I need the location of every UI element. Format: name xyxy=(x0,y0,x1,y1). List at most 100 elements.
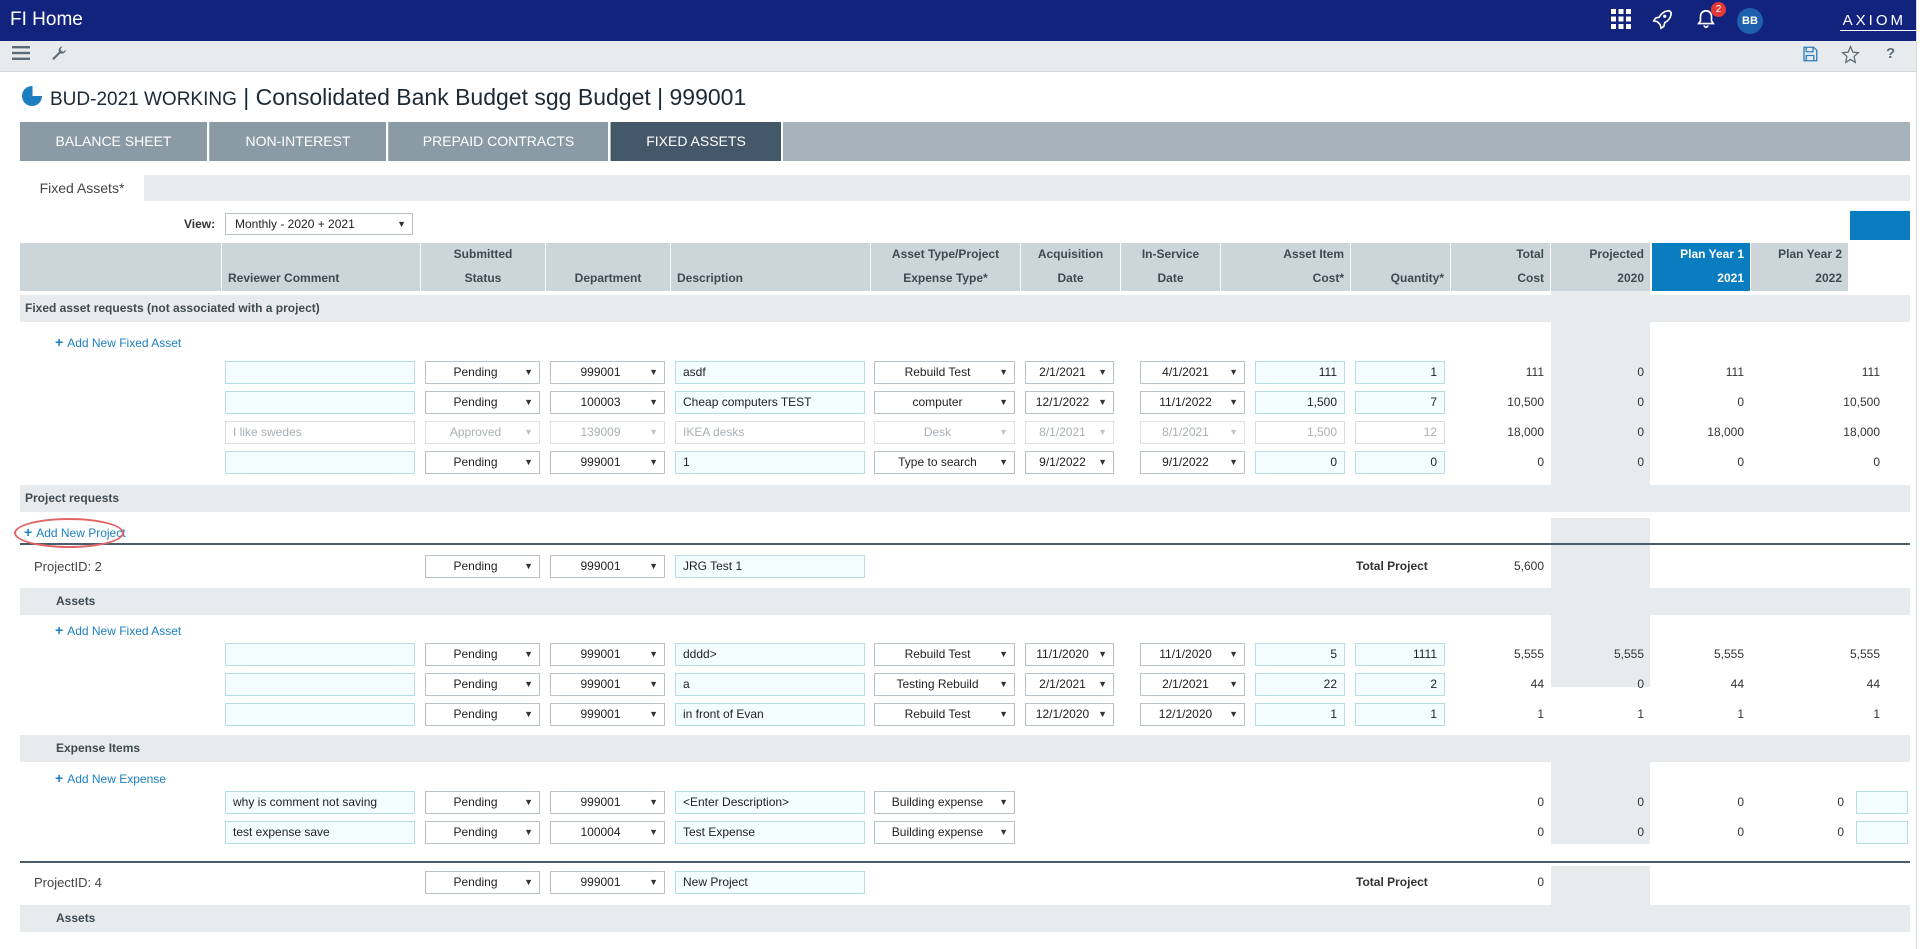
column-header[interactable]: Description xyxy=(671,243,870,291)
acquisition-date-select[interactable]: 12/1/2022 ▼ xyxy=(1025,391,1114,414)
add-new-expense-link[interactable]: + Add New Expense xyxy=(55,770,166,786)
quantity-field[interactable]: 1 xyxy=(1355,361,1445,384)
quantity-field[interactable]: 0 xyxy=(1355,451,1445,474)
asset-type-select[interactable]: Type to search ▼ xyxy=(874,451,1015,474)
asset-type-select[interactable]: Testing Rebuild ▼ xyxy=(874,673,1015,696)
description-field[interactable]: Test Expense xyxy=(675,821,865,844)
project-department-select[interactable]: 999001 ▼ xyxy=(550,555,665,578)
status-select[interactable]: Pending ▼ xyxy=(425,703,540,726)
status-select[interactable]: Pending ▼ xyxy=(425,643,540,666)
description-field[interactable]: dddd> xyxy=(675,643,865,666)
comment-field[interactable] xyxy=(225,703,415,726)
tab-fixed-assets[interactable]: FIXED ASSETS xyxy=(611,122,783,161)
department-select[interactable]: 999001 ▼ xyxy=(550,791,665,814)
asset-type-select[interactable]: computer ▼ xyxy=(874,391,1015,414)
column-header[interactable]: Asset Type/Project Expense Type* xyxy=(871,243,1020,291)
acquisition-date-select[interactable]: 9/1/2022 ▼ xyxy=(1025,451,1114,474)
asset-cost-field[interactable]: 0 xyxy=(1255,451,1345,474)
status-select[interactable]: Pending ▼ xyxy=(425,451,540,474)
side-panel-tab[interactable] xyxy=(1850,211,1910,240)
column-header[interactable]: In-Service Date xyxy=(1121,243,1220,291)
next-year-field[interactable] xyxy=(1856,791,1908,814)
asset-cost-field[interactable]: 1 xyxy=(1255,703,1345,726)
in-service-date-select[interactable]: 11/1/2020 ▼ xyxy=(1140,643,1245,666)
department-select[interactable]: 100003 ▼ xyxy=(550,391,665,414)
status-select[interactable]: Pending ▼ xyxy=(425,361,540,384)
acquisition-date-select[interactable]: 12/1/2020 ▼ xyxy=(1025,703,1114,726)
next-year-field[interactable] xyxy=(1856,821,1908,844)
comment-field[interactable] xyxy=(225,391,415,414)
status-select[interactable]: Pending ▼ xyxy=(425,673,540,696)
save-icon[interactable] xyxy=(1801,45,1819,69)
star-icon[interactable] xyxy=(1841,44,1860,70)
tab-non-interest[interactable]: NON-INTEREST xyxy=(210,122,388,161)
status-select[interactable]: Pending ▼ xyxy=(425,821,540,844)
wrench-icon[interactable] xyxy=(50,45,68,69)
status-select[interactable]: Pending ▼ xyxy=(425,791,540,814)
add-new-fixed-asset-link[interactable]: + Add New Fixed Asset xyxy=(55,334,181,350)
department-select[interactable]: 999001 ▼ xyxy=(550,451,665,474)
description-field[interactable]: in front of Evan xyxy=(675,703,865,726)
asset-type-select[interactable]: Rebuild Test ▼ xyxy=(874,361,1015,384)
column-header[interactable]: Asset Item Cost* xyxy=(1221,243,1350,291)
description-field[interactable]: 1 xyxy=(675,451,865,474)
column-header[interactable]: Reviewer Comment xyxy=(222,243,420,291)
department-select[interactable]: 999001 ▼ xyxy=(550,643,665,666)
apps-grid-icon[interactable] xyxy=(1610,8,1632,35)
expense-type-select[interactable]: Building expense ▼ xyxy=(874,791,1015,814)
project-description-field[interactable]: New Project xyxy=(675,871,865,894)
in-service-date-select[interactable]: 9/1/2022 ▼ xyxy=(1140,451,1245,474)
description-field[interactable]: <Enter Description> xyxy=(675,791,865,814)
department-select[interactable]: 999001 ▼ xyxy=(550,361,665,384)
asset-cost-field[interactable]: 22 xyxy=(1255,673,1345,696)
user-avatar[interactable]: BB xyxy=(1737,8,1763,34)
status-select[interactable]: Pending ▼ xyxy=(425,391,540,414)
tab-balance-sheet[interactable]: BALANCE SHEET xyxy=(20,122,209,161)
in-service-date-select[interactable]: 11/1/2022 ▼ xyxy=(1140,391,1245,414)
column-header[interactable]: Acquisition Date xyxy=(1021,243,1120,291)
project-department-select[interactable]: 999001 ▼ xyxy=(550,871,665,894)
comment-field[interactable]: test expense save xyxy=(225,821,415,844)
column-header[interactable]: Quantity* xyxy=(1351,243,1450,291)
quantity-field[interactable]: 1 xyxy=(1355,703,1445,726)
acquisition-date-select[interactable]: 2/1/2021 ▼ xyxy=(1025,361,1114,384)
in-service-date-select[interactable]: 4/1/2021 ▼ xyxy=(1140,361,1245,384)
asset-type-select[interactable]: Rebuild Test ▼ xyxy=(874,643,1015,666)
quantity-field[interactable]: 7 xyxy=(1355,391,1445,414)
help-icon[interactable]: ? xyxy=(1886,45,1895,62)
comment-field[interactable] xyxy=(225,361,415,384)
comment-field[interactable] xyxy=(225,673,415,696)
in-service-date-select[interactable]: 2/1/2021 ▼ xyxy=(1140,673,1245,696)
description-field[interactable]: Cheap computers TEST xyxy=(675,391,865,414)
quantity-field[interactable]: 2 xyxy=(1355,673,1445,696)
description-field[interactable]: a xyxy=(675,673,865,696)
add-new-fixed-asset-link[interactable]: + Add New Fixed Asset xyxy=(55,622,181,638)
column-header[interactable]: Submitted Status xyxy=(421,243,545,291)
tab-prepaid-contracts[interactable]: PREPAID CONTRACTS xyxy=(389,122,610,161)
column-header[interactable]: Projected 2020 xyxy=(1551,243,1650,291)
project-description-field[interactable]: JRG Test 1 xyxy=(675,555,865,578)
column-header[interactable]: Plan Year 1 2021 xyxy=(1652,243,1750,291)
column-header[interactable]: Total Cost xyxy=(1451,243,1550,291)
project-status-select[interactable]: Pending ▼ xyxy=(425,555,540,578)
department-select[interactable]: 999001 ▼ xyxy=(550,673,665,696)
comment-field[interactable] xyxy=(225,451,415,474)
asset-cost-field[interactable]: 1,500 xyxy=(1255,391,1345,414)
asset-cost-field[interactable]: 111 xyxy=(1255,361,1345,384)
sheet-tab-fixed-assets[interactable]: Fixed Assets* xyxy=(20,175,144,201)
description-field[interactable]: asdf xyxy=(675,361,865,384)
department-select[interactable]: 100004 ▼ xyxy=(550,821,665,844)
department-select[interactable]: 999001 ▼ xyxy=(550,703,665,726)
project-status-select[interactable]: Pending ▼ xyxy=(425,871,540,894)
column-header[interactable]: Department xyxy=(546,243,670,291)
rocket-icon[interactable] xyxy=(1651,8,1673,35)
expense-type-select[interactable]: Building expense ▼ xyxy=(874,821,1015,844)
view-select[interactable]: Monthly - 2020 + 2021 ▼ xyxy=(225,213,413,235)
column-header[interactable]: Plan Year 2 2022 xyxy=(1751,243,1848,291)
hamburger-menu-icon[interactable] xyxy=(12,45,30,67)
asset-cost-field[interactable]: 5 xyxy=(1255,643,1345,666)
quantity-field[interactable]: 1111 xyxy=(1355,643,1445,666)
in-service-date-select[interactable]: 12/1/2020 ▼ xyxy=(1140,703,1245,726)
comment-field[interactable] xyxy=(225,643,415,666)
acquisition-date-select[interactable]: 11/1/2020 ▼ xyxy=(1025,643,1114,666)
